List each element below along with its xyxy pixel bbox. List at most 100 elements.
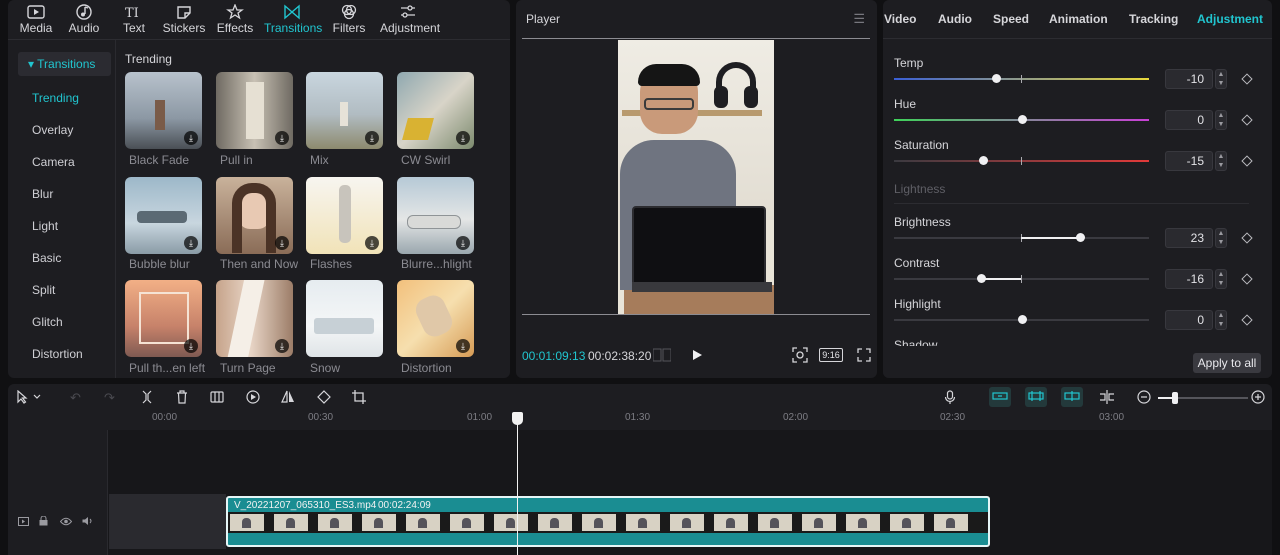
- toolbar-stickers[interactable]: Stickers: [156, 2, 212, 38]
- link-main-track-icon[interactable]: [989, 387, 1011, 407]
- transition-cw-swirl[interactable]: ⤓: [397, 72, 474, 149]
- slider-knob[interactable]: [1017, 115, 1027, 124]
- toolbar-filters[interactable]: Filters: [321, 2, 377, 38]
- download-icon[interactable]: ⤓: [275, 236, 289, 250]
- mute-icon[interactable]: [82, 515, 93, 529]
- download-icon[interactable]: ⤓: [456, 339, 470, 353]
- toolbar-text[interactable]: TI Text: [106, 2, 162, 38]
- visibility-icon[interactable]: [59, 515, 73, 529]
- keyframe-icon[interactable]: [1241, 273, 1253, 285]
- category-camera[interactable]: Camera: [32, 155, 75, 169]
- transition-mix[interactable]: ⤓: [306, 72, 383, 149]
- fullscreen-icon[interactable]: [857, 348, 871, 365]
- download-icon[interactable]: ⤓: [184, 236, 198, 250]
- category-trending[interactable]: Trending: [32, 91, 79, 105]
- video-preview[interactable]: [618, 40, 774, 314]
- category-split[interactable]: Split: [32, 283, 55, 297]
- temp-slider[interactable]: [894, 74, 1149, 83]
- category-blur[interactable]: Blur: [32, 187, 53, 201]
- highlight-value[interactable]: 0: [1165, 310, 1213, 330]
- mirror-icon[interactable]: [281, 390, 295, 407]
- split-icon[interactable]: [141, 390, 153, 407]
- video-clip[interactable]: V_20221207_065310_ES3.mp4 00:02:24:09: [226, 496, 990, 547]
- download-icon[interactable]: ⤓: [365, 236, 379, 250]
- zoom-in-icon[interactable]: [1251, 390, 1265, 407]
- category-distortion[interactable]: Distortion: [32, 347, 83, 361]
- download-icon[interactable]: ⤓: [456, 236, 470, 250]
- category-light[interactable]: Light: [32, 219, 58, 233]
- transition-pull-then-left[interactable]: ⤓: [125, 280, 202, 357]
- category-overlay[interactable]: Overlay: [32, 123, 73, 137]
- slider-knob[interactable]: [992, 74, 1001, 83]
- transition-then-and-now[interactable]: ⤓: [216, 177, 293, 254]
- saturation-slider[interactable]: [894, 156, 1149, 165]
- redo-icon[interactable]: ↷: [104, 390, 115, 406]
- reverse-icon[interactable]: [246, 390, 260, 407]
- category-basic[interactable]: Basic: [32, 251, 61, 265]
- cover-icon[interactable]: [18, 515, 29, 529]
- transition-distortion[interactable]: ⤓: [397, 280, 474, 357]
- time-ruler[interactable]: 00:00 00:30 01:00 01:30 02:00 02:30 03:0…: [8, 410, 1272, 426]
- select-cursor-icon[interactable]: [17, 389, 41, 407]
- spinner-icon[interactable]: ▲ ▼: [1215, 151, 1227, 171]
- delete-icon[interactable]: [176, 390, 188, 407]
- spinner-icon[interactable]: ▲ ▼: [1215, 269, 1227, 289]
- slider-knob[interactable]: [979, 156, 989, 165]
- toolbar-audio[interactable]: Audio: [56, 2, 112, 38]
- download-icon[interactable]: ⤓: [275, 131, 289, 145]
- toolbar-transitions[interactable]: Transitions: [264, 2, 322, 38]
- freeze-icon[interactable]: [210, 390, 224, 407]
- hue-slider[interactable]: [894, 115, 1149, 124]
- screenshot-icon[interactable]: [792, 347, 808, 366]
- slider-knob[interactable]: [976, 274, 986, 283]
- transition-blurred-highlight[interactable]: ⤓: [397, 177, 474, 254]
- download-icon[interactable]: ⤓: [184, 339, 198, 353]
- undo-icon[interactable]: ↶: [70, 390, 81, 406]
- contrast-value[interactable]: -16: [1165, 269, 1213, 289]
- tab-tracking[interactable]: Tracking: [1129, 12, 1178, 26]
- transition-pull-in[interactable]: ⤓: [216, 72, 293, 149]
- playhead-handle[interactable]: [512, 412, 523, 425]
- zoom-out-icon[interactable]: [1137, 390, 1151, 407]
- keyframe-icon[interactable]: [1241, 232, 1253, 244]
- spinner-icon[interactable]: ▲ ▼: [1215, 69, 1227, 89]
- magnet-icon[interactable]: [1025, 387, 1047, 407]
- keyframe-icon[interactable]: [1241, 314, 1253, 326]
- spinner-icon[interactable]: ▲ ▼: [1215, 110, 1227, 130]
- contrast-slider[interactable]: [894, 274, 1149, 283]
- category-glitch[interactable]: Glitch: [32, 315, 63, 329]
- ratio-button[interactable]: 9:16: [819, 348, 843, 362]
- rotate-icon[interactable]: [317, 390, 331, 407]
- transition-turn-page[interactable]: ⤓: [216, 280, 293, 357]
- tab-animation[interactable]: Animation: [1049, 12, 1108, 26]
- crop-icon[interactable]: [352, 390, 366, 407]
- toolbar-adjustment[interactable]: Adjustment: [380, 2, 440, 38]
- spinner-icon[interactable]: ▲ ▼: [1215, 228, 1227, 248]
- saturation-value[interactable]: -15: [1165, 151, 1213, 171]
- microphone-icon[interactable]: [944, 390, 956, 408]
- hue-value[interactable]: 0: [1165, 110, 1213, 130]
- download-icon[interactable]: ⤓: [365, 131, 379, 145]
- zoom-knob[interactable]: [1172, 392, 1178, 404]
- keyframe-icon[interactable]: [1241, 114, 1253, 126]
- apply-to-all-button[interactable]: Apply to all: [1193, 353, 1261, 373]
- preview-axis-icon[interactable]: [1061, 387, 1083, 407]
- brightness-slider[interactable]: [894, 233, 1149, 242]
- slider-knob[interactable]: [1076, 233, 1086, 242]
- zoom-slider[interactable]: [1158, 392, 1248, 404]
- transition-snow[interactable]: [306, 280, 383, 357]
- lock-icon[interactable]: [39, 515, 48, 529]
- transition-flashes[interactable]: ⤓: [306, 177, 383, 254]
- keyframe-icon[interactable]: [1241, 73, 1253, 85]
- download-icon[interactable]: ⤓: [456, 131, 470, 145]
- transition-bubble-blur[interactable]: ⤓: [125, 177, 202, 254]
- tab-adjustment[interactable]: Adjustment: [1197, 12, 1263, 26]
- download-icon[interactable]: ⤓: [275, 339, 289, 353]
- spinner-icon[interactable]: ▲ ▼: [1215, 310, 1227, 330]
- category-header-transitions[interactable]: ▾ Transitions: [18, 52, 111, 76]
- playhead-line[interactable]: [517, 412, 518, 555]
- slider-knob[interactable]: [1017, 315, 1027, 324]
- download-icon[interactable]: ⤓: [184, 131, 198, 145]
- highlight-slider[interactable]: [894, 315, 1149, 324]
- tab-speed[interactable]: Speed: [993, 12, 1029, 26]
